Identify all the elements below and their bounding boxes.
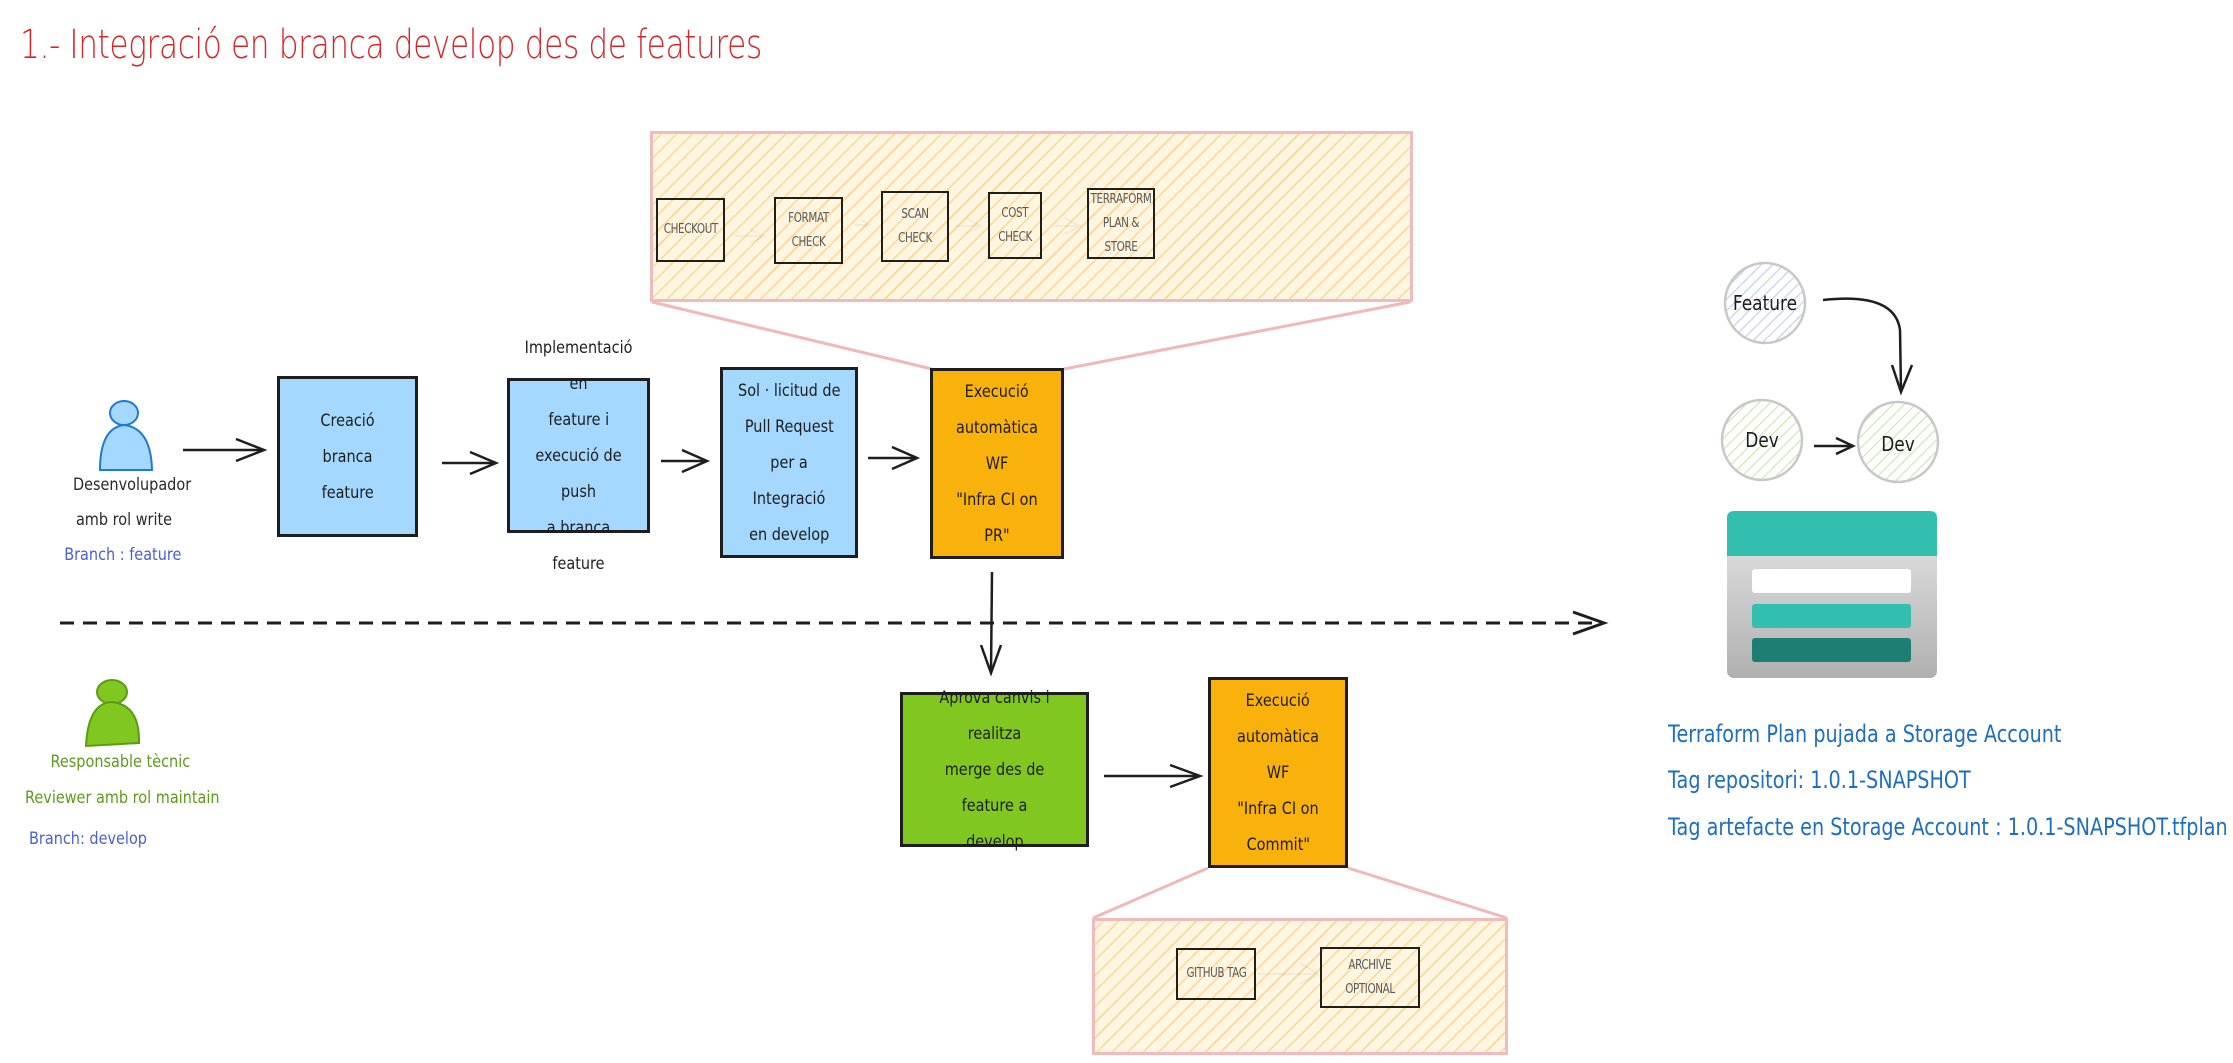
pipeline-step-format-check[interactable]: FORMAT CHECK — [774, 197, 843, 264]
developer-person-icon — [98, 400, 154, 471]
pipeline-step-cost-check[interactable]: COST CHECK — [988, 192, 1042, 259]
commit-funnel-right — [1347, 866, 1508, 920]
merge-arrow-feature-to-dev — [1822, 297, 1914, 396]
step-implement-push[interactable]: Implementació en feature i execució de p… — [507, 338, 650, 574]
page-title: 1.- Integració en branca develop des de … — [20, 22, 762, 68]
commit-funnel-left — [1092, 866, 1209, 920]
pipeline-step-checkout[interactable]: CHECKOUT — [656, 198, 725, 262]
dev-node-after-label: Dev — [1881, 432, 1915, 456]
reviewer-person-icon — [84, 679, 141, 748]
pipeline-step-terraform-plan[interactable]: TERRAFORM PLAN & STORE — [1087, 188, 1155, 259]
pipeline-step-archive[interactable]: ARCHIVE OPTIONAL — [1320, 947, 1420, 1008]
arrow-implement-to-pr — [661, 448, 711, 474]
developer-role: amb rol write — [75, 510, 173, 530]
arrow-developer-to-create — [183, 437, 268, 463]
info-repo-tag: Tag repositori: 1.0.1-SNAPSHOT — [1668, 766, 1971, 794]
arrow-create-to-implement — [442, 450, 500, 476]
info-artifact-tag: Tag artefacte en Storage Account : 1.0.1… — [1668, 813, 2228, 841]
step-create-branch[interactable]: Creació branca feature — [277, 376, 418, 537]
reviewer-branch: Branch: develop — [29, 829, 147, 849]
developer-branch: Branch : feature — [64, 545, 182, 565]
pr-funnel-left — [651, 300, 933, 371]
arrow-dev-to-dev — [1814, 436, 1856, 456]
commit-pipeline-container — [1092, 918, 1508, 1055]
developer-label: Desenvolupador — [73, 475, 192, 495]
pipeline-step-scan-check[interactable]: SCAN CHECK — [881, 191, 949, 262]
step-wf-infra-ci-on-pr[interactable]: Execució automàtica WF "Infra CI on PR" — [930, 368, 1064, 559]
dev-node-before-label: Dev — [1745, 428, 1779, 452]
arrow-approve-to-commit-wf — [1104, 763, 1204, 789]
step-wf-infra-ci-on-commit[interactable]: Execució automàtica WF "Infra CI on Comm… — [1208, 677, 1348, 868]
pr-funnel-right — [1063, 300, 1411, 371]
arrow-pr-to-wf — [868, 445, 921, 471]
step-approve-merge[interactable]: Aprova canvis i realitza merge des de fe… — [900, 688, 1089, 852]
step-pull-request[interactable]: Sol · licitud de Pull Request per a Inte… — [720, 367, 858, 558]
info-terraform-plan: Terraform Plan pujada a Storage Account — [1668, 720, 2062, 748]
swimlane-separator-arrow — [60, 610, 1609, 636]
storage-account-icon — [1727, 511, 1937, 678]
feature-node-label: Feature — [1732, 291, 1798, 315]
reviewer-role: Reviewer amb rol maintain — [25, 788, 220, 808]
reviewer-label: Responsable tècnic — [50, 752, 191, 772]
pipeline-step-github-tag[interactable]: GITHUB TAG — [1176, 948, 1256, 1000]
